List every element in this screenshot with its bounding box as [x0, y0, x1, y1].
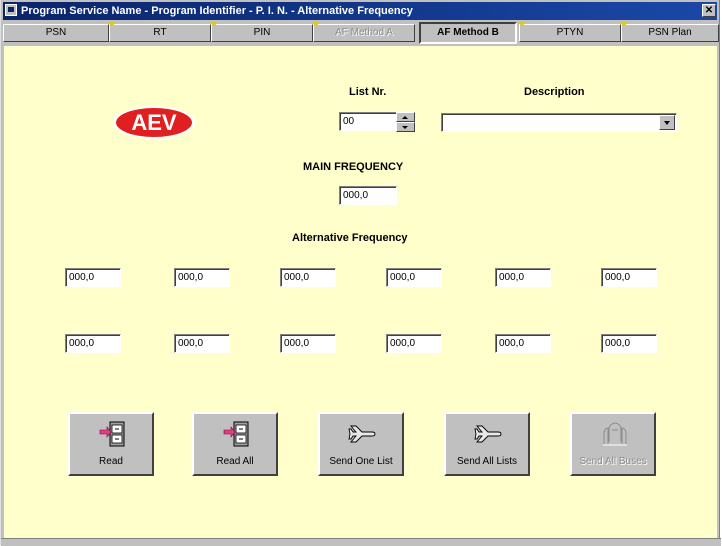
tab-corner-marker — [108, 22, 116, 27]
af-field-3[interactable] — [280, 268, 336, 287]
list-nr-label: List Nr. — [349, 86, 387, 98]
description-label: Description — [524, 86, 585, 98]
chevron-down-icon[interactable] — [659, 115, 675, 130]
tab-label: PTYN — [556, 27, 584, 38]
logo-text: AEV — [131, 110, 177, 135]
spin-down-button[interactable] — [396, 122, 415, 132]
send-all-lists-button[interactable]: Send All Lists — [444, 412, 530, 476]
tab-psn-plan[interactable]: PSN Plan — [620, 22, 719, 42]
read-button-label: Read — [99, 456, 123, 467]
tab-corner-marker — [210, 22, 218, 27]
alternative-frequency-label: Alternative Frequency — [292, 232, 408, 244]
tab-label: PIN — [253, 27, 271, 38]
tab-pin[interactable]: PIN — [210, 22, 313, 42]
send-all-buses-button: Send All Buses — [570, 412, 656, 476]
af-field-11[interactable] — [495, 334, 551, 353]
tab-bar: PSN RT PIN AF Method A AF Method B PTYN … — [3, 22, 719, 44]
title-bar[interactable]: Program Service Name - Program Identifie… — [3, 2, 717, 20]
airplane-icon — [474, 425, 502, 443]
af-field-4[interactable] — [386, 268, 442, 287]
app-icon[interactable] — [5, 4, 17, 16]
af-field-1[interactable] — [65, 268, 121, 287]
tab-label: AF Method B — [437, 27, 499, 38]
main-window: Program Service Name - Program Identifie… — [0, 0, 721, 546]
read-all-button[interactable]: Read All — [192, 412, 278, 476]
tab-corner-marker — [312, 22, 320, 27]
spin-up-button[interactable] — [396, 112, 415, 122]
af-field-2[interactable] — [174, 268, 230, 287]
af-field-8[interactable] — [174, 334, 230, 353]
send-one-list-button[interactable]: Send One List — [318, 412, 404, 476]
file-cabinet-arrow-icon — [223, 421, 249, 447]
send-all-lists-button-label: Send All Lists — [456, 456, 518, 467]
send-all-buses-button-label: Send All Buses — [579, 456, 647, 467]
read-all-button-label: Read All — [216, 456, 254, 467]
window-title: Program Service Name - Program Identifie… — [21, 5, 413, 17]
af-field-10[interactable] — [386, 334, 442, 353]
main-frequency-label: MAIN FREQUENCY — [303, 161, 404, 173]
tab-corner-marker — [620, 22, 628, 27]
list-nr-input[interactable] — [339, 112, 397, 131]
send-one-list-button-label: Send One List — [329, 456, 393, 467]
read-button[interactable]: Read — [68, 412, 154, 476]
af-method-b-panel: AEV List Nr. Description MAIN FREQUENCY … — [4, 46, 717, 539]
tab-label: PSN — [45, 27, 67, 38]
airplane-icon — [348, 425, 376, 443]
tab-label: AF Method A — [335, 27, 393, 38]
main-frequency-input[interactable] — [339, 186, 397, 205]
buses-icon — [603, 422, 627, 446]
af-field-6[interactable] — [601, 268, 657, 287]
af-field-12[interactable] — [601, 334, 657, 353]
aev-logo: AEV — [113, 106, 195, 139]
description-dropdown[interactable] — [441, 113, 677, 132]
tab-af-method-b[interactable]: AF Method B — [419, 22, 517, 44]
close-button[interactable]: ✕ — [702, 4, 716, 17]
tab-label: RT — [153, 27, 167, 38]
af-field-9[interactable] — [280, 334, 336, 353]
af-field-7[interactable] — [65, 334, 121, 353]
tab-label: PSN Plan — [648, 27, 692, 38]
tab-corner-marker — [518, 22, 526, 27]
tab-psn[interactable]: PSN — [3, 24, 109, 42]
af-field-5[interactable] — [495, 268, 551, 287]
tab-ptyn[interactable]: PTYN — [518, 22, 621, 42]
file-cabinet-arrow-icon — [99, 421, 125, 447]
tab-af-method-a: AF Method A — [312, 22, 415, 42]
list-nr-spinner — [396, 112, 415, 132]
tab-rt[interactable]: RT — [108, 22, 211, 42]
